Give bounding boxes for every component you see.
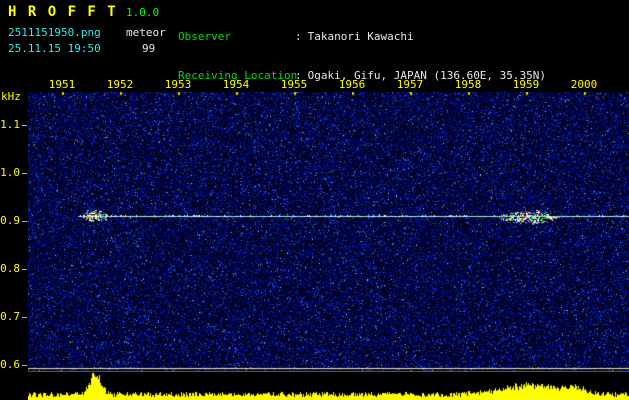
signal-level-canvas <box>28 372 629 400</box>
freq-label-0-6: 0.6 <box>0 358 20 371</box>
info-label-observer: Observer <box>178 30 231 43</box>
time-label-1956: 1956 <box>338 78 366 91</box>
freq-label-1-1: 1.1 <box>0 118 20 131</box>
frequency-axis: kHz 1.1 1.0 0.9 0.8 0.7 0.6 <box>0 0 28 400</box>
info-separator: : <box>295 30 302 43</box>
time-label-1959: 1959 <box>512 78 540 91</box>
freq-label-0-7: 0.7 <box>0 310 20 323</box>
freq-tick <box>22 173 27 174</box>
spectrogram-canvas <box>28 92 629 372</box>
app-version: 1.0.0 <box>126 6 160 19</box>
freq-label-0-9: 0.9 <box>0 214 20 227</box>
time-axis: 1951 1952 1953 1954 1955 1956 1957 1958 … <box>0 78 629 91</box>
time-label-1957: 1957 <box>396 78 424 91</box>
freq-tick <box>22 317 27 318</box>
echo-count: 99 <box>142 42 156 55</box>
time-label-1958: 1958 <box>454 78 482 91</box>
freq-tick <box>22 221 27 222</box>
time-label-1952: 1952 <box>106 78 134 91</box>
freq-tick <box>22 125 27 126</box>
info-row-observer: Observer: Takanori Kawachi <box>178 30 546 43</box>
freq-label-1-0: 1.0 <box>0 166 20 179</box>
time-label-1951: 1951 <box>48 78 76 91</box>
info-value-observer: Takanori Kawachi <box>307 30 414 43</box>
hrofft-screen: H R O F F T 1.0.0 2511151950.png meteor … <box>0 0 629 400</box>
freq-tick <box>22 269 27 270</box>
time-label-2000: 2000 <box>570 78 598 91</box>
time-label-1955: 1955 <box>280 78 308 91</box>
freq-unit-label: kHz <box>1 90 21 103</box>
freq-label-0-8: 0.8 <box>0 262 20 275</box>
mode-label: meteor <box>126 26 166 39</box>
time-label-1954: 1954 <box>222 78 250 91</box>
time-label-1953: 1953 <box>164 78 192 91</box>
freq-tick <box>22 365 27 366</box>
